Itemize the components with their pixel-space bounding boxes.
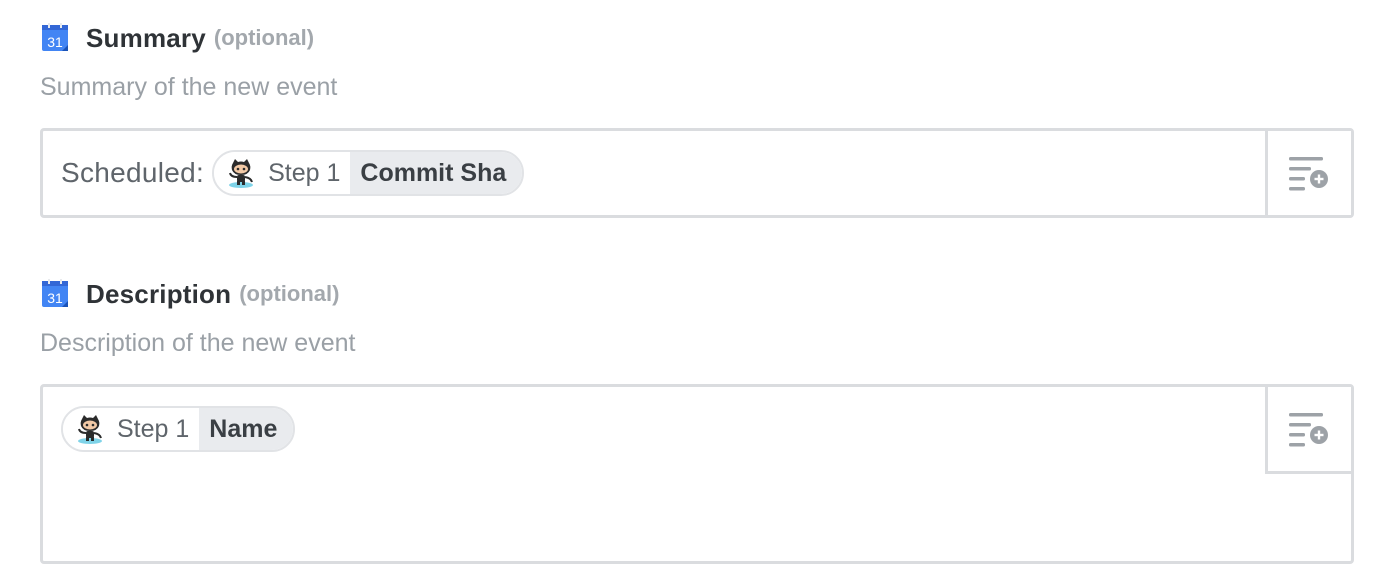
- token-step-label: Step 1: [117, 414, 190, 443]
- token-step: Step 1: [214, 152, 351, 194]
- summary-input-content: Scheduled: Step 1 Commit Sha: [61, 148, 525, 198]
- summary-token-pill[interactable]: Step 1 Commit Sha: [212, 150, 525, 196]
- summary-title: Summary: [86, 22, 206, 53]
- token-field-label: Commit Sha: [350, 152, 523, 194]
- summary-label-row: 31 Summary (optional): [40, 18, 1354, 58]
- github-octocat-icon: [78, 415, 102, 444]
- summary-insert-data-button[interactable]: [1265, 131, 1351, 215]
- google-calendar-icon: 31: [42, 23, 68, 51]
- summary-input[interactable]: Scheduled: Step 1 Commit Sha: [40, 128, 1354, 218]
- description-title: Description: [86, 278, 232, 309]
- summary-prefix-text: Scheduled:: [61, 157, 205, 188]
- summary-optional-label: (optional): [213, 25, 315, 50]
- summary-help-text: Summary of the new event: [40, 73, 338, 101]
- description-input-content: Step 1 Name: [61, 404, 296, 454]
- description-input[interactable]: Step 1 Name: [40, 384, 1354, 564]
- github-octocat-icon: [229, 159, 254, 188]
- svg-text:31: 31: [47, 34, 63, 50]
- insert-data-icon: [1288, 413, 1328, 447]
- insert-data-icon: [1288, 157, 1328, 191]
- token-step-label: Step 1: [268, 158, 341, 187]
- description-help-text: Description of the new event: [40, 329, 356, 357]
- description-token-pill[interactable]: Step 1 Name: [61, 406, 296, 452]
- description-field: 31 Description (optional) Description of…: [40, 274, 1354, 564]
- token-step: Step 1: [63, 408, 200, 450]
- description-optional-label: (optional): [239, 281, 340, 306]
- svg-text:31: 31: [47, 290, 63, 306]
- description-label-row: 31 Description (optional): [40, 274, 1354, 314]
- description-insert-data-button[interactable]: [1265, 387, 1351, 474]
- token-field-label: Name: [199, 408, 294, 450]
- google-calendar-icon: 31: [42, 279, 68, 307]
- summary-field: 31 Summary (optional) Summary of the new…: [40, 18, 1354, 218]
